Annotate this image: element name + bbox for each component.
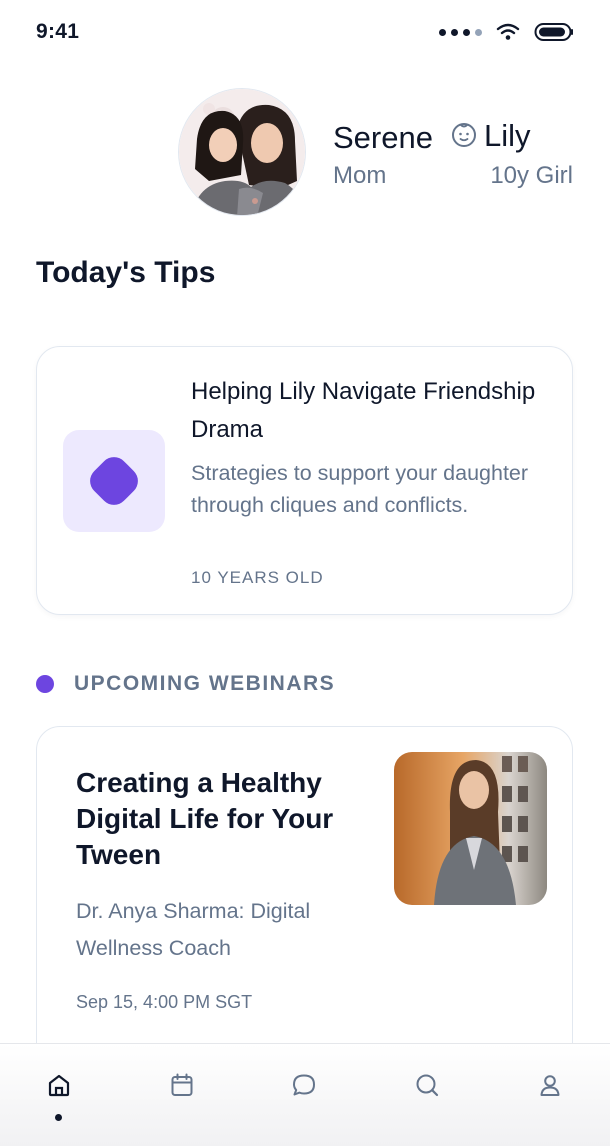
tab-calendar[interactable] [167, 1070, 197, 1100]
baby-icon [452, 123, 476, 147]
tip-description: Strategies to support your daughter thro… [191, 461, 529, 517]
profile-icon [540, 1075, 560, 1096]
calendar-icon [171, 1073, 193, 1096]
section-dot-icon [36, 675, 54, 693]
diamond-icon [84, 451, 144, 511]
parent-name: Serene [333, 120, 433, 155]
tab-search[interactable] [412, 1070, 442, 1100]
child-name: Lily [484, 118, 531, 153]
tab-messages[interactable] [289, 1070, 319, 1100]
tab-bar [0, 1043, 610, 1146]
child-profile[interactable]: Lily 10y Girl [443, 118, 573, 198]
home-icon [48, 1074, 70, 1097]
webinar-date: Sep 15, 4:00 PM SGT [76, 992, 253, 1012]
search-icon [416, 1074, 439, 1097]
tip-card[interactable]: Helping Lily Navigate Friendship Drama S… [36, 346, 573, 615]
active-tab-indicator [55, 1114, 62, 1121]
section-title-tips: Today's Tips [36, 256, 216, 289]
signal-icon [439, 28, 482, 36]
tip-title: Helping Lily Navigate Friendship Drama [191, 378, 536, 443]
status-bar: 9:41 [0, 0, 610, 66]
profile-header: Serene Mom Lily 10y Girl [0, 88, 610, 218]
tip-age-tag: 10 YEARS OLD [191, 568, 324, 587]
battery-icon [534, 23, 573, 41]
child-age: 10y Girl [490, 162, 573, 189]
status-time: 9:41 [36, 20, 80, 43]
webinar-title: Creating a Healthy Digital Life for Your… [76, 767, 334, 870]
webinar-card[interactable]: Creating a Healthy Digital Life for Your… [36, 726, 573, 1066]
status-icons [439, 22, 574, 42]
chat-icon [293, 1074, 315, 1096]
webinar-speaker: Dr. Anya Sharma: Digital Wellness Coach [76, 899, 311, 960]
tab-profile[interactable] [535, 1070, 565, 1100]
tip-icon-container [63, 430, 165, 532]
parent-role: Mom [333, 162, 387, 189]
tab-home[interactable] [44, 1070, 74, 1100]
wifi-icon [496, 23, 520, 40]
avatar[interactable] [178, 88, 306, 216]
webinar-section-header: UPCOMING WEBINARS [36, 672, 335, 696]
section-label-webinars: UPCOMING WEBINARS [74, 672, 336, 695]
speaker-photo [394, 752, 547, 905]
